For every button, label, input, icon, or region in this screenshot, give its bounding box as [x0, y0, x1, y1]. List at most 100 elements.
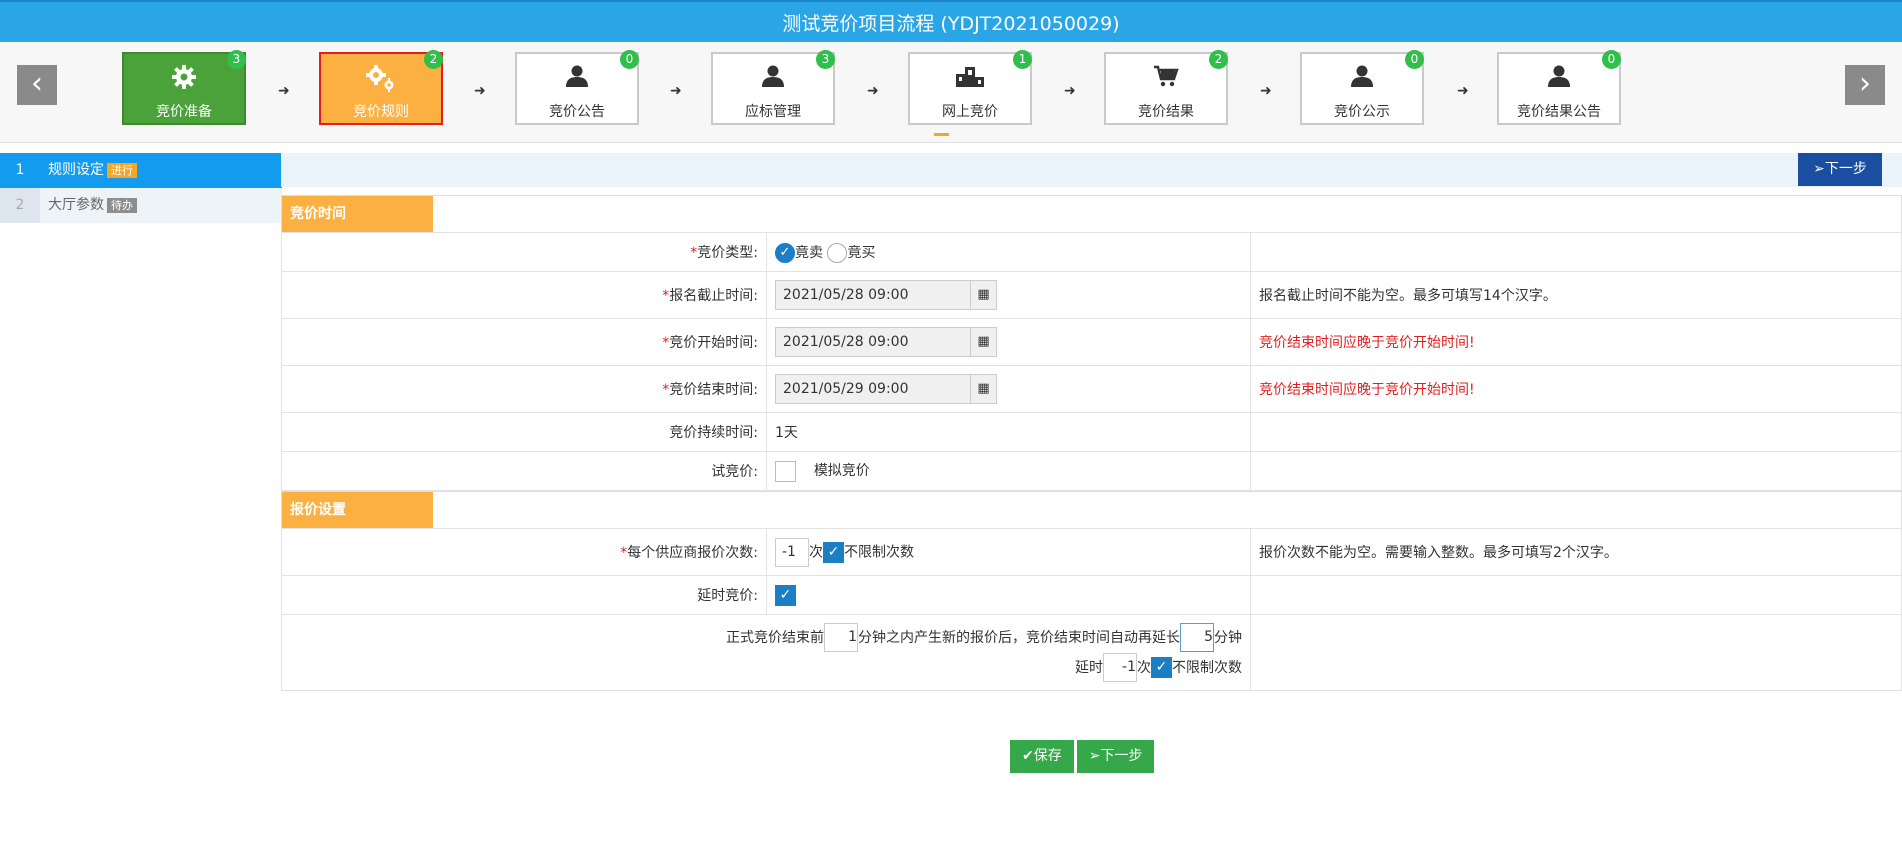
- row-trial: 试竞价: 模拟竞价: [281, 451, 1902, 491]
- step-label: 竞价准备: [156, 104, 212, 120]
- next-step-label: 下一步: [1100, 748, 1143, 764]
- next-step-button-top[interactable]: ➢下一步: [1798, 153, 1882, 186]
- arrow-right-icon: ➜: [474, 83, 486, 99]
- delay-checkbox[interactable]: ✓: [775, 584, 796, 606]
- gear-icon: [124, 64, 244, 92]
- trial-checkbox[interactable]: [775, 460, 796, 482]
- page-title: 测试竞价项目流程 (YDJT2021050029): [0, 0, 1902, 42]
- content-toolbar: ➢下一步: [281, 153, 1902, 187]
- date-value: 2021/05/28 09:00: [783, 287, 909, 303]
- step-count-badge: 3: [227, 50, 246, 69]
- delay-times-input[interactable]: -1: [1103, 653, 1137, 682]
- row-signup-deadline: *报名截止时间: 2021/05/28 09:00 ▦ 报名截止时间不能为空。最多…: [281, 271, 1902, 319]
- delay-text-after: 分钟: [1214, 629, 1242, 646]
- sidebar-item-number: 1: [15, 162, 25, 178]
- radio-sell[interactable]: ✓: [775, 242, 795, 263]
- step-count-badge: 0: [620, 50, 639, 69]
- user-icon: [1499, 64, 1619, 92]
- start-time-input[interactable]: 2021/05/28 09:00 ▦: [775, 327, 997, 357]
- footer-actions: ✔保存 ➢下一步: [1010, 740, 1157, 773]
- scroll-indicator: [934, 133, 949, 136]
- next-step-label: 下一步: [1824, 161, 1867, 177]
- field-label: 试竞价:: [711, 464, 758, 480]
- quote-count-input[interactable]: -1: [775, 537, 809, 567]
- status-badge: 进行: [107, 163, 137, 178]
- step-count-badge: 2: [424, 50, 443, 69]
- field-label: 竞价类型:: [697, 245, 758, 261]
- row-delay: 延时竞价: ✓: [281, 575, 1902, 615]
- duration-value: 1天: [766, 412, 1251, 452]
- sidebar-item-label: 规则设定: [48, 162, 104, 178]
- next-arrow-button[interactable]: ›: [1845, 65, 1885, 105]
- save-button[interactable]: ✔保存: [1010, 740, 1074, 773]
- signup-deadline-input[interactable]: 2021/05/28 09:00 ▦: [775, 280, 997, 310]
- step-count-badge: 3: [816, 50, 835, 69]
- save-label: 保存: [1033, 748, 1062, 764]
- date-value: 2021/05/28 09:00: [783, 334, 909, 350]
- field-label: 每个供应商报价次数:: [627, 545, 758, 561]
- step-online-bidding[interactable]: 网上竞价 1: [908, 50, 1032, 125]
- step-publicity[interactable]: 竞价公示 0: [1300, 50, 1424, 125]
- check-icon: ✔: [1022, 748, 1034, 764]
- user-icon: [1302, 64, 1422, 92]
- date-value: 2021/05/29 09:00: [783, 381, 909, 397]
- step-label: 竞价规则: [353, 104, 409, 120]
- sidebar-item-hall-params[interactable]: 2 大厅参数 待办: [0, 188, 282, 223]
- step-prepare[interactable]: 竞价准备 3: [122, 50, 246, 125]
- row-delay-detail: 正式竞价结束前 1分钟之内产生新的报价后，竞价结束时间自动再延长 5分钟 延时 -1次…: [281, 614, 1902, 691]
- calendar-icon[interactable]: ▦: [970, 375, 996, 403]
- step-result-announcement[interactable]: 竞价结果公告 0: [1497, 50, 1621, 125]
- row-start-time: *竞价开始时间: 2021/05/28 09:00 ▦ 竞价结束时间应晚于竞价开始…: [281, 318, 1902, 366]
- step-label: 竞价结果: [1138, 104, 1194, 120]
- sidebar-item-label: 大厅参数: [48, 197, 104, 213]
- arrow-right-icon: ➜: [867, 83, 879, 99]
- section-title: 报价设置: [282, 492, 433, 528]
- calendar-icon[interactable]: ▦: [970, 328, 996, 356]
- sidebar-item-rule-setting[interactable]: 1 规则设定 进行: [0, 153, 282, 188]
- end-error-note: 竞价结束时间应晚于竞价开始时间!: [1250, 365, 1902, 413]
- arrow-right-icon: ➜: [1457, 83, 1469, 99]
- trial-option-label: 模拟竞价: [813, 463, 870, 480]
- field-label: 竞价结束时间:: [669, 382, 758, 398]
- field-label: 报名截止时间:: [669, 288, 758, 304]
- user-icon: [517, 64, 637, 92]
- quote-unit: 次: [809, 544, 823, 560]
- step-bid-management[interactable]: 应标管理 3: [711, 50, 835, 125]
- row-end-time: *竞价结束时间: 2021/05/29 09:00 ▦ 竞价结束时间应晚于竞价开始…: [281, 365, 1902, 413]
- radio-sell-label: 竟卖: [795, 244, 823, 261]
- delay-minutes-before-input[interactable]: 1: [824, 623, 858, 652]
- step-label: 竞价结果公告: [1517, 104, 1601, 120]
- step-label: 网上竞价: [942, 104, 998, 120]
- delay-times-unit: 次: [1137, 659, 1151, 676]
- quote-form: *每个供应商报价次数: -1 次 ✓ 不限制次数 报价次数不能为空。需要输入整数。最多…: [281, 528, 1902, 691]
- quote-unlimited-checkbox[interactable]: ✓: [823, 541, 844, 563]
- bid-time-form: *竞价类型: ✓ 竟卖 竟买 *报名截止时间: 2021/05/28 09:00 ▦…: [281, 232, 1902, 491]
- sidebar: 1 规则设定 进行 2 大厅参数 待办: [0, 153, 282, 223]
- prev-arrow-button[interactable]: ‹: [17, 65, 57, 105]
- section-quote-settings: 报价设置: [281, 491, 1902, 528]
- calendar-icon[interactable]: ▦: [970, 281, 996, 309]
- step-count-badge: 2: [1209, 50, 1228, 69]
- step-rules[interactable]: 竞价规则 2: [319, 50, 443, 125]
- delay-extend-input[interactable]: 5: [1180, 623, 1214, 652]
- row-bid-type: *竞价类型: ✓ 竟卖 竟买: [281, 232, 1902, 272]
- arrow-right-icon: ➜: [1064, 83, 1076, 99]
- delay-unlimited-checkbox[interactable]: ✓: [1151, 657, 1172, 678]
- field-label: 延时竞价:: [697, 588, 758, 604]
- radio-buy-label: 竟买: [847, 244, 876, 261]
- signup-note: 报名截止时间不能为空。最多可填写14个汉字。: [1250, 271, 1902, 319]
- step-bidding-result[interactable]: 竞价结果 2: [1104, 50, 1228, 125]
- arrow-right-icon: ➜: [670, 83, 682, 99]
- row-quote-count: *每个供应商报价次数: -1 次 ✓ 不限制次数 报价次数不能为空。需要输入整数。最多…: [281, 528, 1902, 576]
- cart-icon: [1106, 64, 1226, 92]
- next-step-button[interactable]: ➢下一步: [1076, 740, 1155, 773]
- arrow-right-icon: ➜: [278, 83, 290, 99]
- field-label: 竞价开始时间:: [669, 335, 758, 351]
- arrow-right-icon: ➜: [1260, 83, 1272, 99]
- step-label: 竞价公告: [549, 104, 605, 120]
- sidebar-item-number: 2: [0, 188, 40, 223]
- section-bid-time: 竞价时间: [281, 195, 1902, 232]
- radio-buy[interactable]: [827, 242, 848, 263]
- step-announcement[interactable]: 竞价公告 0: [515, 50, 639, 125]
- end-time-input[interactable]: 2021/05/29 09:00 ▦: [775, 374, 997, 404]
